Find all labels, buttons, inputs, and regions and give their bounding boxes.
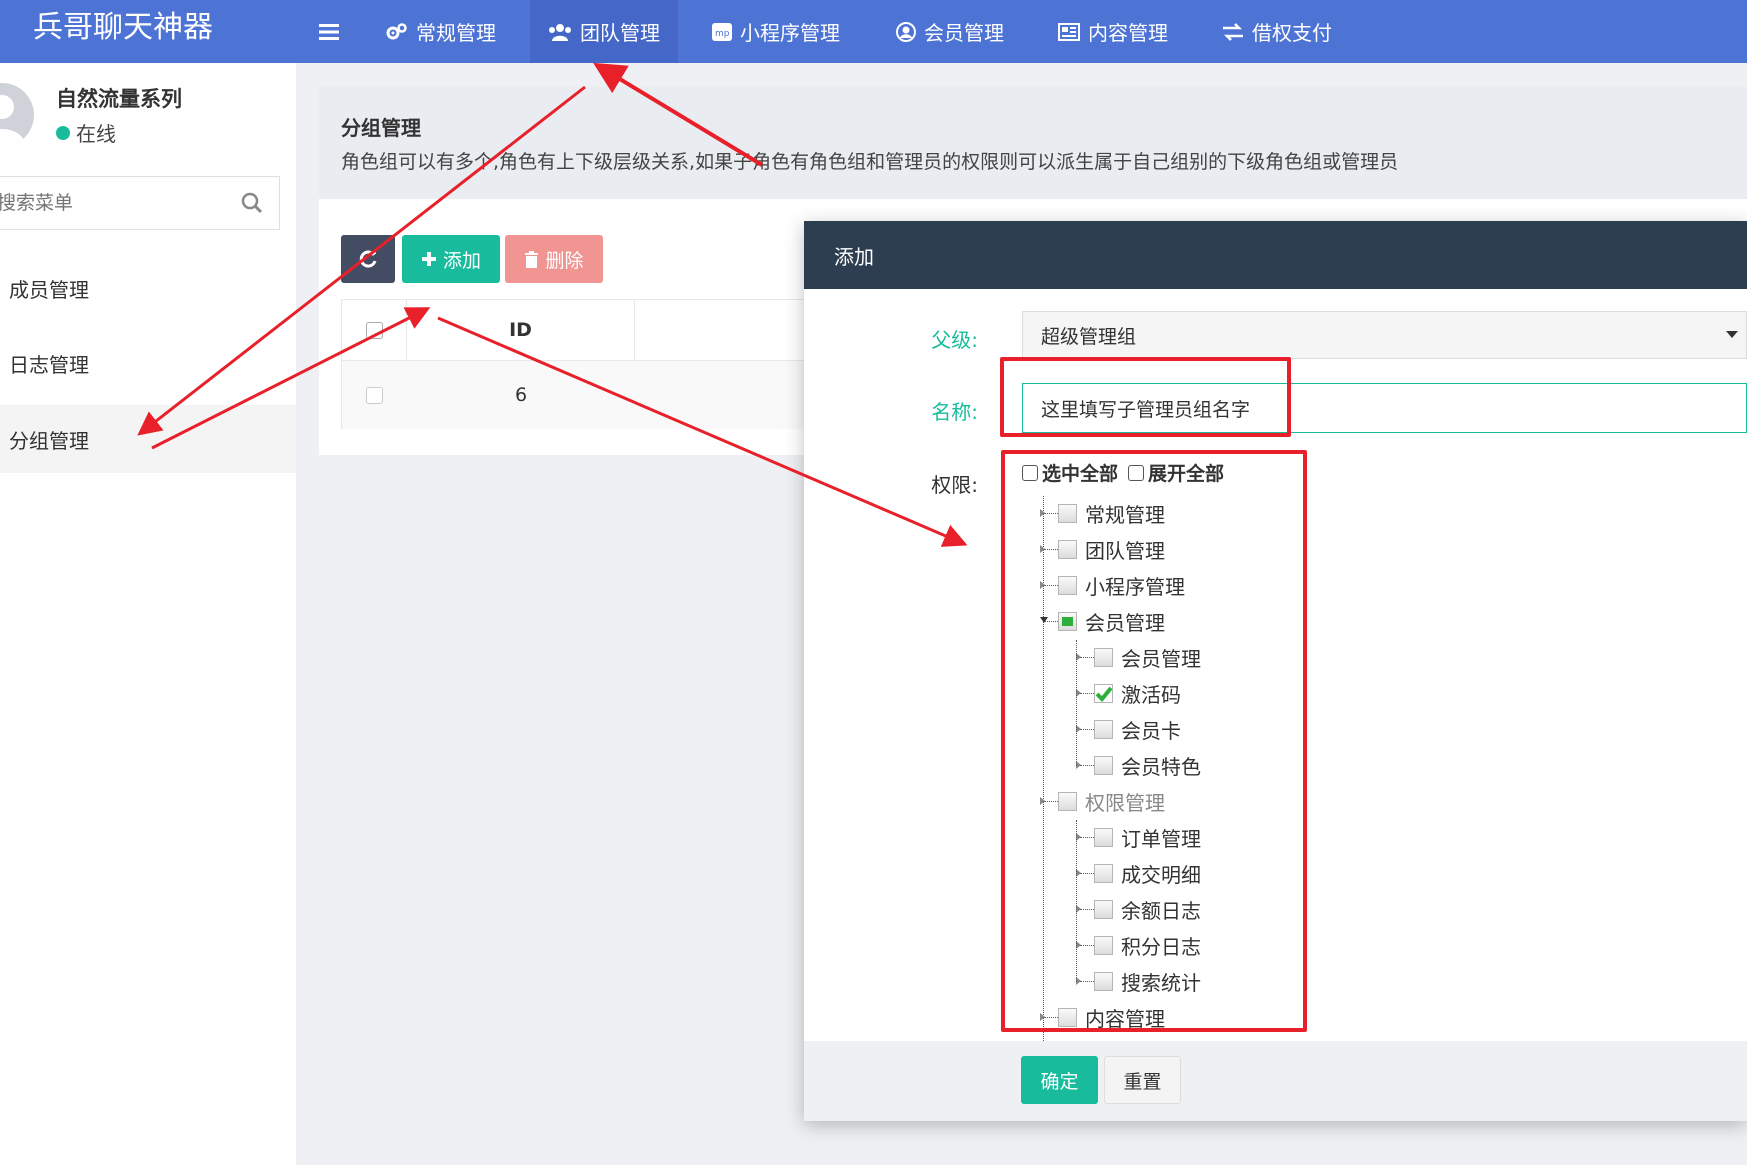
nav-item-label: 会员管理 <box>924 21 1004 45</box>
users-icon <box>548 23 572 41</box>
refresh-icon <box>359 249 377 268</box>
nav-item-label: 小程序管理 <box>740 21 840 45</box>
dialog-title: 添加 <box>804 221 1747 289</box>
parent-select-value: 超级管理组 <box>1041 325 1137 348</box>
nav-item-miniprogram[interactable]: mp 小程序管理 <box>694 0 858 63</box>
refresh-button[interactable] <box>341 235 395 283</box>
hamburger-icon <box>319 23 339 40</box>
annotation-box-name <box>1000 357 1291 437</box>
online-status-icon <box>56 125 70 140</box>
page-title: 分组管理 <box>341 116 421 140</box>
user-status: 在线 <box>56 118 116 147</box>
sidebar-item-members[interactable]: 成员管理 <box>0 254 296 322</box>
groups-table: ID 6 <box>341 299 842 429</box>
nav-item-payment[interactable]: 借权支付 <box>1204 0 1350 63</box>
parent-select[interactable]: 超级管理组 <box>1022 311 1747 359</box>
menu-toggle-button[interactable] <box>296 0 362 63</box>
exchange-icon <box>1222 22 1244 41</box>
parent-label: 父级: <box>931 328 978 352</box>
user-circle-icon <box>896 21 916 42</box>
sidebar-item-logs[interactable]: 日志管理 <box>0 329 296 397</box>
nav-item-label: 团队管理 <box>580 21 660 45</box>
svg-text:mp: mp <box>715 29 730 39</box>
reset-button[interactable]: 重置 <box>1104 1056 1181 1104</box>
name-label: 名称: <box>931 400 978 424</box>
sidebar-item-label: 分组管理 <box>9 428 89 453</box>
table-cell-id: 6 <box>407 361 635 429</box>
mp-icon: mp <box>712 22 732 41</box>
dialog-footer: 确定 重置 <box>804 1041 1747 1121</box>
page-description: 角色组可以有多个,角色有上下级层级关系,如果子角色有角色组和管理员的权限则可以派… <box>341 151 1399 173</box>
page-header: 分组管理 角色组可以有多个,角色有上下级层级关系,如果子角色有角色组和管理员的权… <box>319 87 1747 199</box>
sidebar: 自然流量系列 在线 成员管理 日志管理 分组管理 <box>0 63 296 1165</box>
delete-button[interactable]: 删除 <box>505 235 603 283</box>
trash-icon <box>525 250 539 268</box>
avatar <box>0 83 34 147</box>
nav-item-team[interactable]: 团队管理 <box>530 0 678 63</box>
column-header-id[interactable]: ID <box>407 300 635 361</box>
row-checkbox[interactable] <box>366 386 383 404</box>
nav-item-label: 常规管理 <box>416 21 496 45</box>
newspaper-icon <box>1058 22 1080 41</box>
sidebar-item-label: 成员管理 <box>9 277 89 302</box>
add-button-label: 添加 <box>442 249 481 272</box>
row-select-cell <box>342 361 407 429</box>
search-icon[interactable] <box>241 192 263 218</box>
nav-item-label: 内容管理 <box>1088 21 1168 45</box>
nav-item-label: 借权支付 <box>1252 21 1332 45</box>
app-title[interactable]: 兵哥聊天神器 <box>33 8 213 48</box>
select-all-cell <box>342 300 407 361</box>
caret-down-icon <box>1726 331 1738 338</box>
top-navbar: 兵哥聊天神器 常规管理 团队管理 mp 小程序管理 会员管理 内容管理 借权支付 <box>0 0 1747 63</box>
delete-button-label: 删除 <box>545 249 584 272</box>
gears-icon <box>386 22 408 41</box>
confirm-button[interactable]: 确定 <box>1021 1056 1098 1104</box>
sidebar-item-label: 日志管理 <box>9 352 89 377</box>
sidebar-item-groups[interactable]: 分组管理 <box>0 405 296 473</box>
sidebar-search <box>0 176 280 230</box>
user-name: 自然流量系列 <box>56 87 182 111</box>
search-input[interactable] <box>0 177 227 229</box>
permissions-label: 权限: <box>931 473 978 497</box>
nav-item-content[interactable]: 内容管理 <box>1040 0 1186 63</box>
add-button[interactable]: 添加 <box>402 235 500 283</box>
nav-item-members[interactable]: 会员管理 <box>878 0 1022 63</box>
annotation-box-permissions <box>1001 450 1307 1032</box>
plus-icon <box>421 252 436 266</box>
status-text: 在线 <box>76 122 116 146</box>
nav-item-general[interactable]: 常规管理 <box>368 0 514 63</box>
select-all-checkbox[interactable] <box>365 321 383 339</box>
